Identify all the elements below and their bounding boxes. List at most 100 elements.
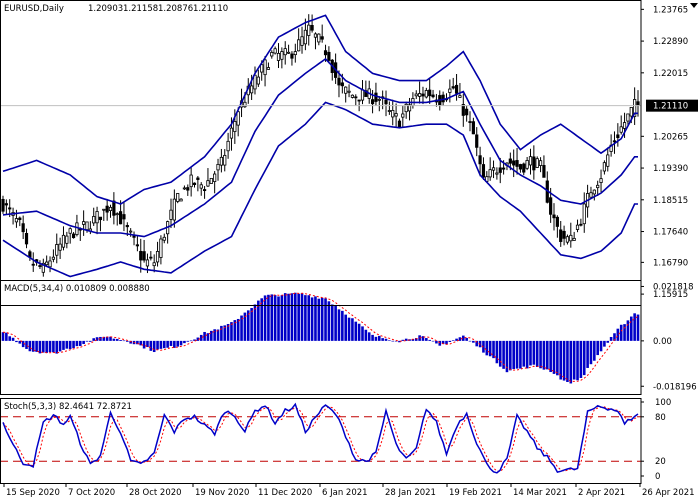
candle-body — [286, 51, 291, 54]
macd-bar — [576, 340, 579, 381]
candle-body — [172, 198, 176, 221]
candle-body — [495, 172, 499, 175]
candle-body — [216, 163, 220, 171]
macd-bar — [465, 337, 468, 341]
candle-body — [270, 52, 274, 57]
macd-tick-label: -0.018196 — [653, 382, 697, 392]
candle-body — [92, 216, 96, 224]
candle-body — [616, 134, 620, 139]
candle-body — [606, 154, 610, 167]
candle-body — [236, 111, 240, 126]
macd-bar — [183, 340, 186, 344]
candle-body — [196, 177, 200, 180]
macd-bar — [623, 324, 626, 341]
macd-bar — [337, 309, 341, 341]
macd-bar — [55, 340, 59, 354]
candle-body — [303, 29, 307, 45]
candle-body — [579, 223, 583, 226]
macd-bar — [519, 340, 522, 369]
x-tick-label: 19 Nov 2020 — [195, 488, 249, 498]
macd-bar — [307, 295, 311, 341]
macd-bar — [626, 320, 630, 341]
macd-bar — [619, 324, 623, 341]
candle-body — [515, 160, 519, 167]
candle-body — [58, 243, 62, 251]
macd-bar — [277, 296, 280, 341]
macd-bar — [522, 340, 526, 367]
candle-body — [344, 86, 348, 94]
macd-bar — [545, 340, 549, 370]
macd-bar — [532, 340, 536, 365]
candle-body — [478, 155, 482, 165]
candle-body — [68, 228, 72, 234]
candle-body — [528, 156, 533, 166]
candle-body — [471, 121, 475, 135]
macd-bar — [220, 325, 223, 341]
candle-body — [575, 224, 580, 230]
macd-bar — [176, 340, 180, 347]
candle-body — [8, 207, 12, 210]
candle-body — [169, 209, 173, 220]
macd-bar — [11, 337, 15, 341]
macd-bar — [569, 340, 573, 384]
candle-body — [454, 84, 459, 94]
candle-body — [320, 36, 324, 40]
candle-body — [498, 167, 502, 173]
candle-body — [82, 221, 86, 225]
candle-body — [522, 163, 526, 173]
candle-body — [589, 192, 593, 198]
macd-bar — [559, 340, 563, 380]
candle-body — [599, 178, 603, 183]
candle-body — [337, 77, 341, 86]
price-tick-label: 1.23765 — [653, 5, 688, 15]
macd-bar — [512, 340, 515, 370]
candle-body — [112, 200, 116, 216]
x-tick-label: 28 Oct 2020 — [129, 488, 182, 498]
macd-bar — [290, 293, 294, 341]
candle-body — [226, 140, 230, 152]
macd-bar — [582, 340, 586, 376]
macd-tick-label: 0.00 — [653, 337, 672, 347]
candle-body — [45, 261, 49, 266]
candle-body — [280, 51, 284, 60]
macd-bar — [15, 340, 18, 343]
candle-body — [159, 238, 163, 258]
x-tick-label: 15 Sep 2020 — [6, 488, 60, 498]
macd-bar — [388, 340, 391, 342]
candle-body — [468, 121, 472, 123]
candle-body — [122, 214, 126, 220]
macd-bar — [236, 318, 240, 341]
macd-bar — [391, 340, 395, 342]
candle-body — [307, 24, 311, 36]
macd-bar — [68, 340, 72, 350]
candle-body — [552, 214, 556, 219]
macd-bar — [270, 294, 274, 341]
candle-body — [139, 250, 143, 261]
macd-bar — [472, 340, 475, 343]
macd-bar — [8, 336, 12, 341]
macd-bar — [300, 293, 304, 341]
candle-body — [152, 262, 156, 267]
macd-bar — [78, 340, 82, 346]
macd-bar — [579, 340, 583, 378]
candle-body — [350, 94, 355, 98]
candle-body — [317, 33, 321, 43]
macd-bar — [240, 315, 243, 341]
macd-bar — [549, 340, 552, 373]
candle-body — [431, 94, 435, 98]
candle-body — [293, 51, 297, 56]
candle-body — [612, 140, 617, 143]
candle-body — [397, 120, 402, 128]
candle-body — [283, 48, 287, 56]
candle-body — [424, 90, 428, 98]
macd-bar — [25, 340, 28, 349]
macd-bar — [48, 340, 52, 353]
candle-body — [357, 99, 361, 102]
candle-body — [491, 167, 496, 171]
candle-body — [555, 216, 559, 227]
candle-body — [636, 101, 640, 106]
candle-body — [176, 193, 180, 202]
macd-bar — [119, 340, 122, 341]
candle-body — [565, 236, 570, 243]
candle-body — [95, 211, 99, 224]
